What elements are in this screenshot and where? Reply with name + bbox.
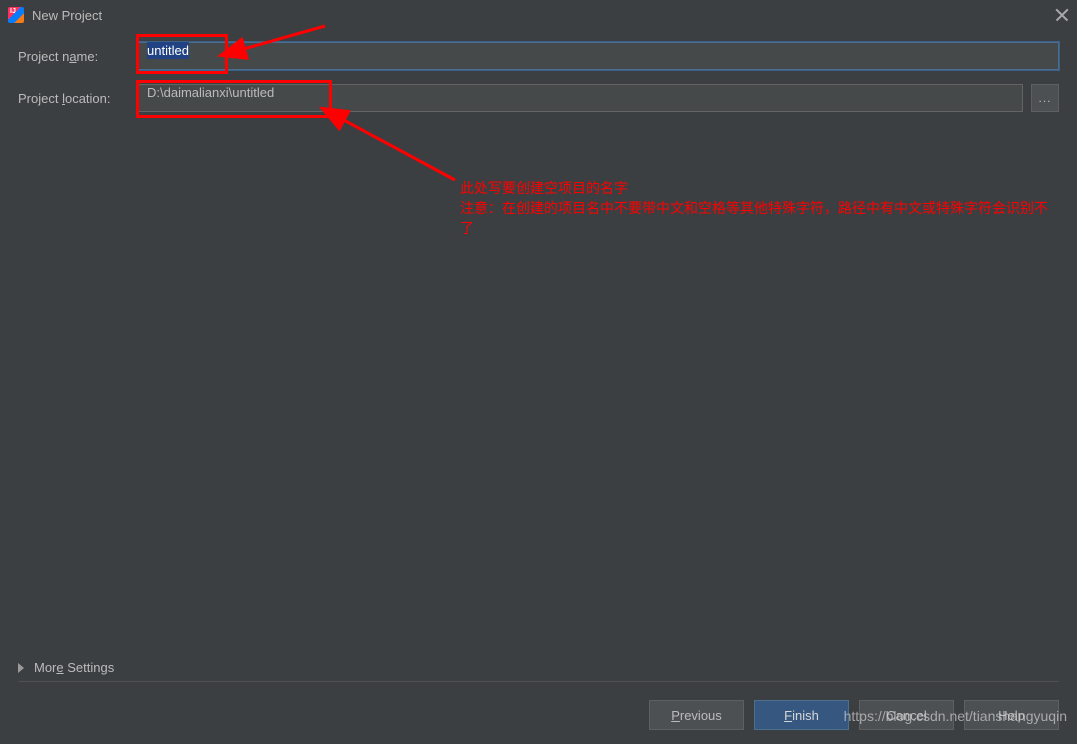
more-settings-toggle[interactable]: More Settings xyxy=(18,660,1059,682)
help-button[interactable]: Help xyxy=(964,700,1059,730)
project-location-input[interactable]: D:\daimalianxi\untitled xyxy=(138,84,1023,112)
title-bar: New Project xyxy=(0,0,1077,30)
finish-button[interactable]: Finish xyxy=(754,700,849,730)
intellij-icon xyxy=(8,7,24,23)
project-name-row: Project name: untitled xyxy=(18,42,1059,70)
form-area: Project name: untitled Project location:… xyxy=(0,30,1077,138)
close-icon[interactable] xyxy=(1055,8,1069,22)
ellipsis-icon: ... xyxy=(1038,91,1051,105)
project-name-input[interactable]: untitled xyxy=(138,42,1059,70)
button-bar: Previous Finish Cancel Help xyxy=(649,700,1059,730)
project-name-label: Project name: xyxy=(18,49,138,64)
cancel-button[interactable]: Cancel xyxy=(859,700,954,730)
previous-button[interactable]: Previous xyxy=(649,700,744,730)
window-title: New Project xyxy=(32,8,102,23)
more-settings-label: More Settings xyxy=(34,660,114,675)
project-location-row: Project location: D:\daimalianxi\untitle… xyxy=(18,84,1059,112)
browse-button[interactable]: ... xyxy=(1031,84,1059,112)
annotation-text: 此处写要创建空项目的名字 注意：在创建的项目名中不要带中文和空格等其他特殊字符，… xyxy=(460,178,1060,238)
project-location-label: Project location: xyxy=(18,91,138,106)
chevron-right-icon xyxy=(18,663,24,673)
